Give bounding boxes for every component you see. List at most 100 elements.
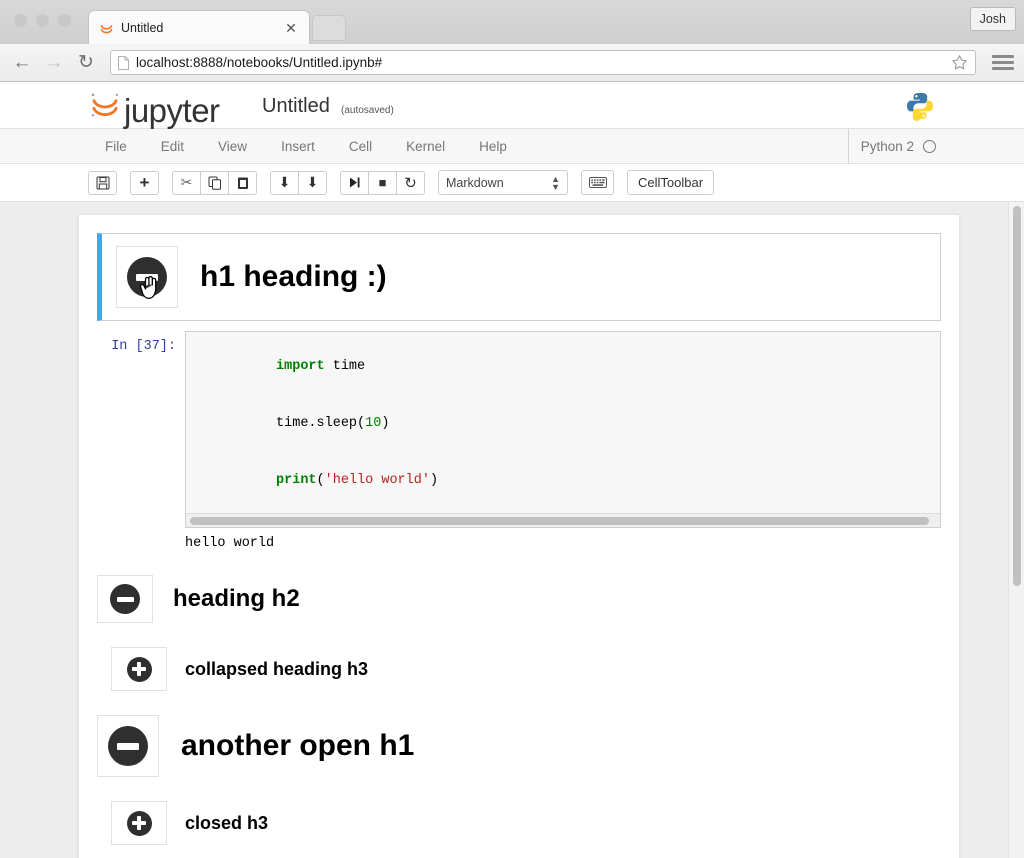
vertical-scrollbar[interactable] — [1008, 202, 1024, 858]
menu-help[interactable]: Help — [462, 129, 524, 164]
reload-icon[interactable]: ↻ — [74, 51, 98, 75]
code-token-number: 10 — [365, 416, 382, 431]
url-text[interactable]: localhost:8888/notebooks/Untitled.ipynb# — [136, 55, 944, 70]
code-token-keyword: import — [276, 359, 325, 374]
heading-toggle-button-h3[interactable] — [111, 801, 167, 845]
minus-circle-icon — [108, 726, 148, 766]
star-icon[interactable] — [951, 54, 968, 71]
menu-view[interactable]: View — [201, 129, 264, 164]
cell-type-value: Markdown — [446, 175, 504, 190]
menu-cell[interactable]: Cell — [332, 129, 389, 164]
jupyter-logo-icon — [91, 93, 119, 117]
interrupt-kernel-button[interactable]: ■ — [368, 170, 397, 195]
copy-icon — [208, 176, 221, 190]
code-token-plain: ( — [316, 473, 325, 488]
minus-circle-icon — [127, 257, 167, 297]
stop-square-icon: ■ — [378, 175, 387, 190]
code-token-plain: time — [324, 359, 366, 374]
menu-kernel[interactable]: Kernel — [389, 129, 462, 164]
menu-edit[interactable]: Edit — [144, 129, 201, 164]
cut-cell-button[interactable]: ✂ — [172, 170, 201, 195]
code-line-2: time.sleep(10) — [195, 395, 931, 452]
cell-type-select[interactable]: Markdown ▲ ▼ — [438, 170, 568, 195]
celltoolbar-button[interactable]: CellToolbar — [627, 170, 715, 195]
notebook-area: h1 heading :) In [37]: import time time.… — [0, 202, 1024, 858]
browser-navbar: ← → ↻ localhost:8888/notebooks/Untitled.… — [0, 44, 1024, 82]
jupyter-menubar: File Edit View Insert Cell Kernel Help P… — [0, 129, 1024, 164]
toolbar-group-run: ■ ↻ — [340, 170, 425, 195]
notebook-title[interactable]: Untitled — [262, 95, 330, 118]
markdown-heading-cell[interactable]: another open h1 — [79, 715, 959, 777]
menu-file[interactable]: File — [88, 129, 144, 164]
arrow-up-icon: ⬇ — [278, 174, 291, 190]
page-document-icon — [118, 55, 129, 70]
browser-tab[interactable]: Untitled ✕ — [88, 10, 310, 44]
browser-tab-title: Untitled — [121, 20, 164, 35]
restart-kernel-button[interactable]: ↻ — [396, 170, 425, 195]
plus-circle-icon — [126, 810, 152, 836]
insert-cell-below-button[interactable]: + — [130, 170, 159, 195]
heading-toggle-button-h2[interactable] — [97, 575, 153, 623]
toolbar-group-file — [88, 170, 117, 195]
keyboard-icon — [588, 177, 607, 188]
hamburger-menu-icon[interactable] — [992, 55, 1014, 70]
move-cell-down-button[interactable]: ⬇ — [298, 170, 327, 195]
kernel-idle-circle-icon — [923, 140, 936, 153]
markdown-heading-cell[interactable]: closed h3 — [79, 801, 959, 845]
heading-text-h1: h1 heading :) — [200, 260, 387, 293]
browser-tabstrip: Untitled ✕ Josh — [0, 0, 1024, 44]
window-close-button[interactable] — [14, 14, 27, 27]
paste-cell-button[interactable] — [228, 170, 257, 195]
markdown-heading-cell[interactable]: heading h2 — [79, 575, 959, 623]
toolbar-group-insert: + — [130, 170, 159, 195]
command-palette-button[interactable] — [581, 170, 614, 195]
code-cell-prompt: In [37]: — [111, 339, 176, 354]
markdown-heading-cell-selected[interactable]: h1 heading :) — [97, 233, 941, 321]
code-token-plain: ) — [381, 416, 390, 431]
heading-toggle-button-h1[interactable] — [97, 715, 159, 777]
code-token-plain: ) — [429, 473, 439, 488]
markdown-heading-cell[interactable]: collapsed heading h3 — [79, 647, 959, 691]
browser-chrome: Untitled ✕ Josh ← → ↻ localhost:8888/not… — [0, 0, 1024, 82]
minus-bar — [117, 742, 139, 750]
heading-toggle-button-h3[interactable] — [111, 647, 167, 691]
plus-circle-icon — [126, 656, 152, 682]
heading-text-h1: another open h1 — [181, 729, 415, 762]
updown-arrows-icon: ▲ ▼ — [551, 173, 560, 192]
notebook-paper: h1 heading :) In [37]: import time time.… — [78, 214, 960, 858]
arrow-down-icon: ⬇ — [306, 174, 319, 190]
menu-insert[interactable]: Insert — [264, 129, 332, 164]
move-cell-up-button[interactable]: ⬇ — [270, 170, 299, 195]
forward-arrow-icon[interactable]: → — [42, 51, 66, 75]
heading-toggle-button-h1[interactable] — [116, 246, 178, 308]
back-arrow-icon[interactable]: ← — [10, 51, 34, 75]
clipboard-paste-icon — [237, 177, 248, 189]
heading-text-h2: heading h2 — [173, 585, 300, 612]
jupyter-favicon-icon — [100, 25, 113, 34]
code-cell-editor[interactable]: import time time.sleep(10) print('hello … — [185, 331, 941, 528]
code-line-1: import time — [195, 338, 931, 395]
scissors-icon: ✂ — [180, 174, 193, 190]
save-button[interactable] — [88, 170, 117, 195]
play-to-next-icon — [350, 177, 360, 188]
copy-cell-button[interactable] — [200, 170, 229, 195]
jupyter-logo[interactable]: jupyter — [88, 88, 220, 128]
vertical-scrollbar-thumb[interactable] — [1013, 206, 1021, 586]
code-cell[interactable]: In [37]: import time time.sleep(10) prin… — [79, 331, 959, 528]
jupyter-logo-text: jupyter — [124, 92, 220, 129]
close-icon[interactable]: ✕ — [283, 21, 299, 35]
code-horizontal-scrollbar[interactable] — [186, 513, 940, 527]
url-bar[interactable]: localhost:8888/notebooks/Untitled.ipynb# — [110, 50, 976, 75]
heading-text-h3: collapsed heading h3 — [185, 658, 369, 679]
plus-vertical-bar — [136, 662, 142, 676]
kernel-name: Python 2 — [860, 139, 914, 154]
run-cell-button[interactable] — [340, 170, 369, 195]
window-zoom-button[interactable] — [58, 14, 71, 27]
plus-vertical-bar — [136, 816, 142, 830]
heading-text-h3: closed h3 — [185, 812, 269, 833]
browser-profile-button[interactable]: Josh — [969, 7, 1016, 31]
window-minimize-button[interactable] — [36, 14, 49, 27]
new-tab-icon[interactable] — [312, 15, 346, 41]
window-traffic-lights — [14, 14, 71, 27]
code-horizontal-scrollbar-thumb[interactable] — [190, 517, 929, 525]
